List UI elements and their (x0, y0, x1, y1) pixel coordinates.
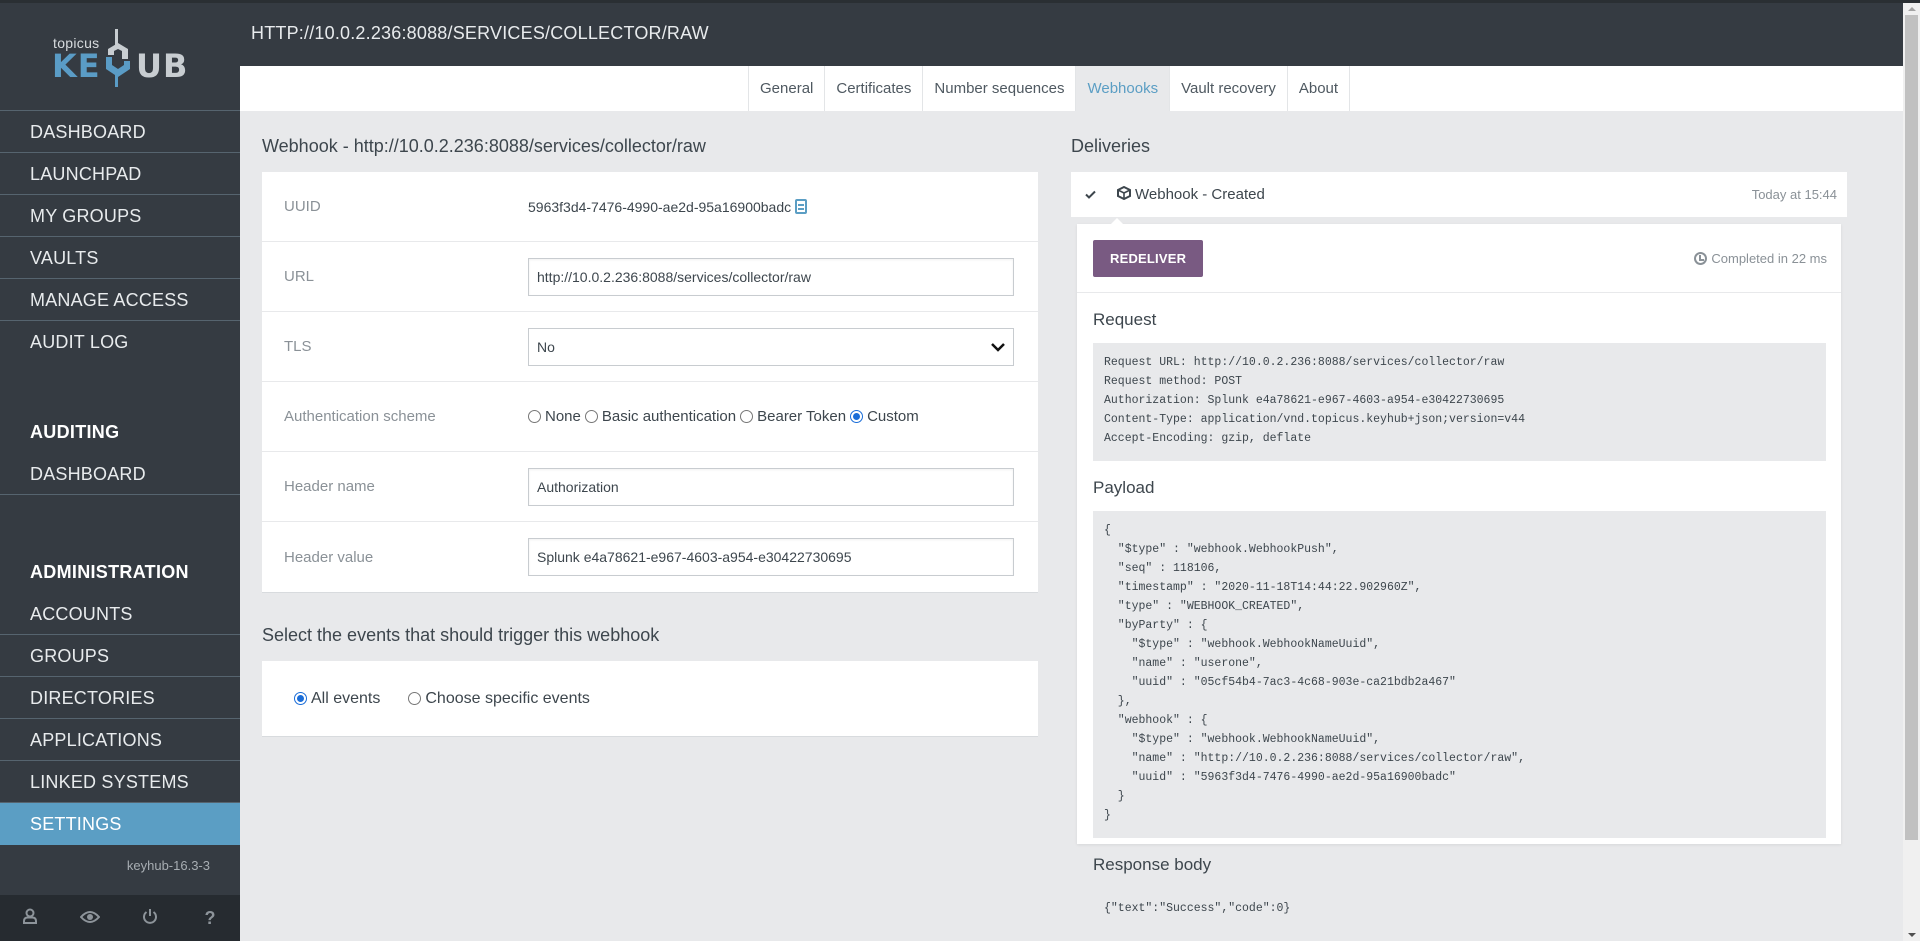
all-events-label[interactable]: All events (311, 690, 380, 708)
sidebar-item-accounts[interactable]: ACCOUNTS (0, 593, 240, 635)
scrollbar-thumb[interactable] (1905, 15, 1918, 840)
sidebar-footer: ? (0, 895, 240, 941)
header-value-row: Header value (262, 522, 1038, 592)
logo-key-text: KE (52, 47, 101, 85)
completed-duration: Completed in 22 ms (1711, 250, 1827, 266)
delivery-name: Webhook - Created (1135, 186, 1265, 203)
sidebar: topicus KE UB DASHBOARD LAUNCHPAD MY GRO… (0, 3, 240, 941)
payload-content: { "$type" : "webhook.WebhookPush", "seq"… (1093, 511, 1826, 838)
header-value-input[interactable] (528, 538, 1014, 576)
deliveries-panel: Deliveries Webhook - Created Today at 15… (1071, 134, 1847, 930)
clipboard-icon[interactable] (795, 199, 808, 214)
auth-bearer-label[interactable]: Bearer Token (757, 408, 846, 425)
tab-general[interactable]: General (748, 66, 824, 111)
sidebar-item-manage-access[interactable]: MANAGE ACCESS (0, 279, 240, 321)
specific-events-label[interactable]: Choose specific events (425, 690, 590, 708)
header-name-input[interactable] (528, 467, 1014, 506)
webhook-title: Webhook - http://10.0.2.236:8088/service… (262, 136, 706, 156)
scroll-up-arrow-icon[interactable] (1908, 7, 1916, 11)
webhook-details: Webhook - http://10.0.2.236:8088/service… (262, 134, 1038, 737)
auth-bearer-radio[interactable] (740, 410, 754, 423)
all-events-radio[interactable] (294, 692, 307, 705)
uuid-label: UUID (284, 198, 321, 215)
sidebar-item-directories[interactable]: DIRECTORIES (0, 677, 240, 719)
tab-vault-recovery[interactable]: Vault recovery (1169, 66, 1287, 111)
sidebar-section-auditing: AUDITING (30, 422, 120, 442)
sidebar-item-vaults[interactable]: VAULTS (0, 237, 240, 279)
sidebar-item-my-groups[interactable]: MY GROUPS (0, 195, 240, 237)
logo-key-glyph-icon (106, 29, 130, 87)
eye-icon[interactable] (70, 908, 110, 929)
sidebar-item-dashboard[interactable]: DASHBOARD (0, 111, 240, 153)
specific-events-radio[interactable] (408, 692, 422, 705)
response-body-content: {"text":"Success","code":0} (1093, 888, 1826, 930)
tab-about[interactable]: About (1286, 66, 1351, 111)
header-value-label: Header value (284, 548, 374, 566)
request-title: Request (1093, 310, 1157, 329)
redeliver-button[interactable]: REDELIVER (1093, 239, 1204, 277)
scroll-down-arrow-icon[interactable] (1908, 933, 1916, 937)
uuid-row: UUID 5963f3d4-7476-4990-ae2d-95a16900bad… (262, 172, 1038, 242)
page-title: HTTP://10.0.2.236:8088/SERVICES/COLLECTO… (251, 23, 709, 43)
sidebar-item-settings[interactable]: SETTINGS (0, 803, 240, 845)
auth-custom-label[interactable]: Custom (867, 408, 919, 425)
clock-icon (1694, 251, 1708, 265)
chevron-down-icon (991, 339, 1005, 355)
page-header: HTTP://10.0.2.236:8088/SERVICES/COLLECTO… (240, 3, 1906, 66)
uuid-value: 5963f3d4-7476-4990-ae2d-95a16900badc (528, 198, 792, 215)
tls-selected-value: No (537, 338, 555, 355)
auth-custom-radio[interactable] (850, 410, 864, 423)
version-label: keyhub-16.3-3 (126, 858, 210, 873)
user-icon[interactable] (10, 908, 50, 929)
tab-number-sequences[interactable]: Number sequences (922, 66, 1075, 111)
auth-scheme-row: Authentication scheme None Basic authent… (262, 382, 1038, 452)
sidebar-item-linked-systems[interactable]: LINKED SYSTEMS (0, 761, 240, 803)
header-name-label: Header name (284, 478, 375, 495)
settings-tabbar: General Certificates Number sequences We… (240, 66, 1906, 111)
check-icon (1085, 187, 1117, 202)
sidebar-item-applications[interactable]: APPLICATIONS (0, 719, 240, 761)
delivery-item[interactable]: Webhook - Created Today at 15:44 (1071, 172, 1847, 217)
cube-icon (1117, 185, 1131, 203)
tab-webhooks[interactable]: Webhooks (1075, 66, 1170, 111)
tab-certificates[interactable]: Certificates (824, 66, 922, 111)
auth-none-radio[interactable] (528, 410, 541, 423)
sidebar-item-audit-log[interactable]: AUDIT LOG (0, 321, 240, 363)
auth-basic-radio[interactable] (584, 410, 598, 423)
header-name-row: Header name (262, 452, 1038, 522)
delivery-time: Today at 15:44 (1751, 187, 1837, 202)
url-row: URL (262, 242, 1038, 312)
keyhub-logo[interactable]: topicus KE UB (0, 3, 240, 111)
logo-hub-text: UB (136, 47, 189, 85)
sidebar-item-launchpad[interactable]: LAUNCHPAD (0, 153, 240, 195)
url-input[interactable] (528, 257, 1014, 296)
sidebar-item-groups[interactable]: GROUPS (0, 635, 240, 677)
sidebar-item-auditing-dashboard[interactable]: DASHBOARD (0, 453, 240, 495)
tls-select[interactable]: No (528, 327, 1014, 366)
auth-scheme-radio-group: None Basic authentication Bearer Token C… (528, 408, 923, 425)
url-label: URL (284, 268, 315, 285)
tabs: General Certificates Number sequences We… (748, 66, 1351, 111)
help-icon[interactable]: ? (190, 908, 230, 929)
payload-title: Payload (1093, 478, 1155, 497)
main-nav: DASHBOARD LAUNCHPAD MY GROUPS VAULTS MAN… (0, 111, 240, 363)
delivery-details: REDELIVER Completed in 22 ms Request Req… (1077, 218, 1841, 930)
auth-none-label[interactable]: None (545, 408, 581, 425)
response-body-title: Response body (1093, 855, 1212, 874)
tls-row: TLS No (262, 312, 1038, 382)
events-selection: All events Choose specific events (262, 661, 1038, 737)
auth-basic-label[interactable]: Basic authentication (602, 408, 736, 425)
sidebar-section-administration: ADMINISTRATION (30, 562, 189, 582)
tls-label: TLS (284, 338, 312, 355)
events-title: Select the events that should trigger th… (262, 625, 660, 645)
auth-scheme-label: Authentication scheme (284, 408, 436, 425)
power-icon[interactable] (130, 908, 170, 929)
request-details: Request URL: http://10.0.2.236:8088/serv… (1093, 343, 1826, 461)
page-scrollbar[interactable] (1903, 3, 1920, 941)
webhook-form: UUID 5963f3d4-7476-4990-ae2d-95a16900bad… (262, 172, 1038, 593)
deliveries-title: Deliveries (1071, 136, 1151, 156)
